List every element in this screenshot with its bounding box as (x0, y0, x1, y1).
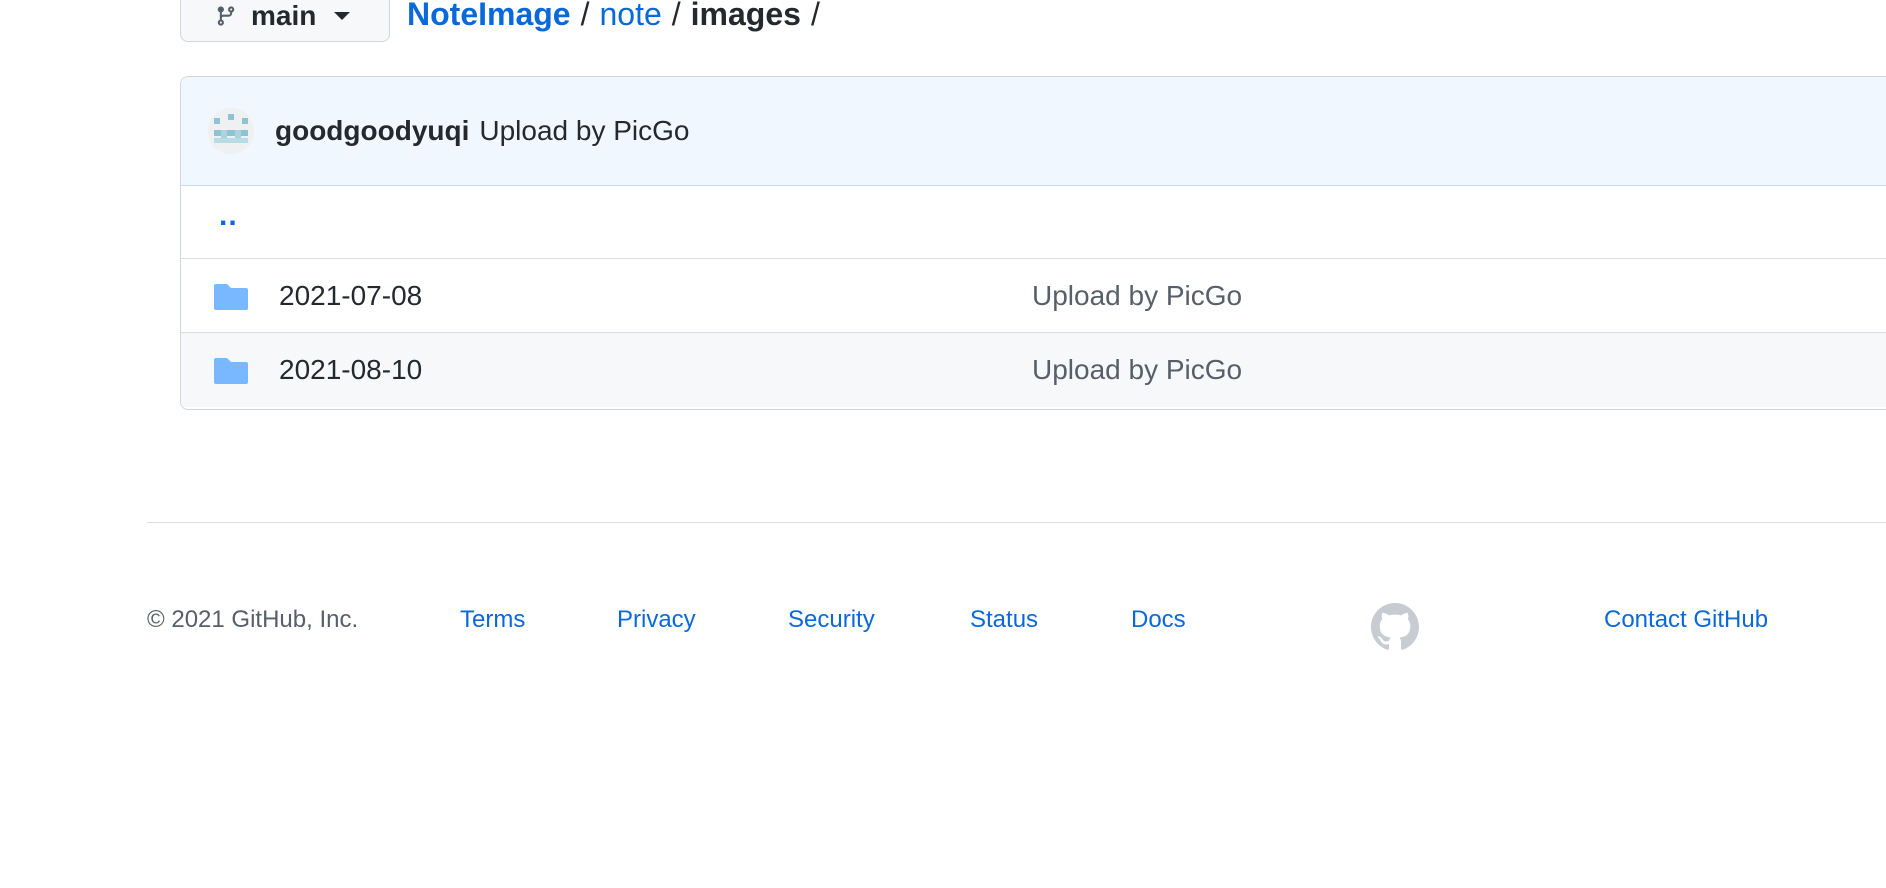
folder-commit-link[interactable]: Upload by PicGo (1032, 280, 1242, 312)
parent-directory-link[interactable]: .. (219, 199, 238, 233)
footer-link-contact[interactable]: Contact GitHub (1604, 606, 1768, 634)
breadcrumb-separator: / (810, 0, 820, 32)
folder-commit-link[interactable]: Upload by PicGo (1032, 354, 1242, 386)
footer-copyright: © 2021 GitHub, Inc. (147, 606, 359, 633)
footer-divider (147, 522, 1886, 523)
file-list: goodgoodyuqi Upload by PicGo .. 2021-07-… (180, 76, 1886, 410)
breadcrumb-repo-link[interactable]: NoteImage (407, 0, 571, 33)
footer-link-security[interactable]: Security (788, 606, 875, 634)
footer-link-terms[interactable]: Terms (460, 606, 525, 634)
branch-select-button[interactable]: main (180, 0, 390, 42)
breadcrumb-note-link[interactable]: note (599, 0, 661, 33)
folder-icon (214, 356, 248, 384)
folder-name-link[interactable]: 2021-07-08 (279, 280, 1032, 312)
parent-directory-row[interactable]: .. (181, 186, 1886, 259)
git-branch-icon (215, 5, 237, 27)
footer-link-privacy[interactable]: Privacy (617, 606, 696, 634)
footer-link-status[interactable]: Status (970, 606, 1038, 634)
breadcrumb-current: images (690, 0, 801, 32)
folder-icon (214, 282, 248, 310)
folder-name-link[interactable]: 2021-08-10 (279, 354, 1032, 386)
caret-down-icon (334, 12, 351, 20)
breadcrumb: NoteImage / note / images / (407, 0, 820, 33)
github-mark-icon[interactable] (1371, 603, 1419, 651)
commit-message-link[interactable]: Upload by PicGo (479, 115, 689, 147)
breadcrumb-separator: / (671, 0, 681, 32)
footer-link-docs[interactable]: Docs (1131, 606, 1186, 634)
footer: © 2021 GitHub, Inc. Terms Privacy Securi… (147, 603, 1886, 650)
branch-name: main (251, 0, 317, 31)
breadcrumb-separator: / (580, 0, 590, 32)
commit-author-link[interactable]: goodgoodyuqi (275, 115, 469, 147)
latest-commit-bar: goodgoodyuqi Upload by PicGo (181, 77, 1886, 186)
avatar[interactable] (208, 108, 254, 154)
table-row[interactable]: 2021-07-08 Upload by PicGo (181, 259, 1886, 333)
table-row[interactable]: 2021-08-10 Upload by PicGo (181, 333, 1886, 407)
